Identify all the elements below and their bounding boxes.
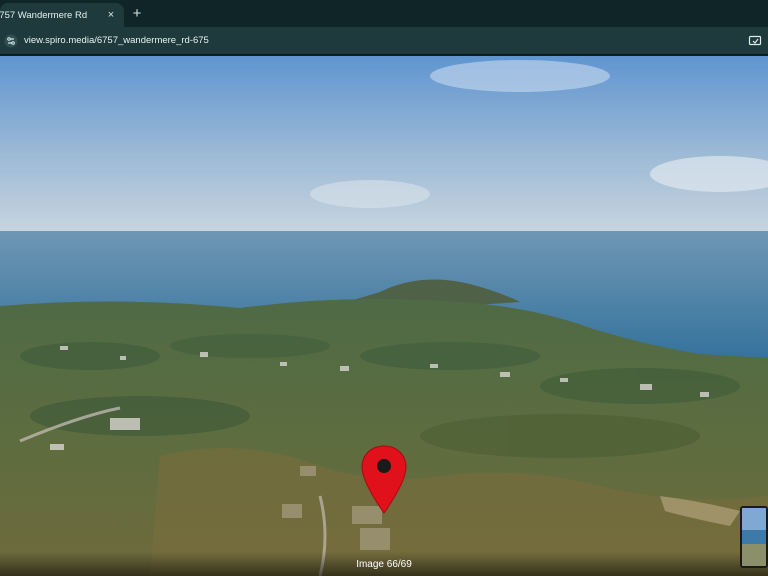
tab-strip: 6757 Wandermere Rd × + bbox=[0, 0, 768, 27]
cast-icon[interactable] bbox=[748, 34, 762, 48]
new-tab-button[interactable]: + bbox=[128, 5, 146, 23]
tab-title: 6757 Wandermere Rd bbox=[0, 9, 88, 21]
location-pin-icon bbox=[361, 445, 407, 514]
browser-tab[interactable]: 6757 Wandermere Rd × bbox=[0, 3, 124, 27]
url-field[interactable]: view.spiro.media/6757_wandermere_rd-675 bbox=[24, 35, 209, 46]
tab-close-icon[interactable]: × bbox=[104, 8, 118, 22]
next-image-thumbnail[interactable] bbox=[740, 506, 768, 568]
image-counter: Image 66/69 bbox=[356, 559, 412, 570]
site-info-icon[interactable] bbox=[4, 34, 18, 48]
photo-viewer: Image 66/69 bbox=[0, 56, 768, 576]
address-bar: view.spiro.media/6757_wandermere_rd-675 bbox=[0, 27, 768, 55]
